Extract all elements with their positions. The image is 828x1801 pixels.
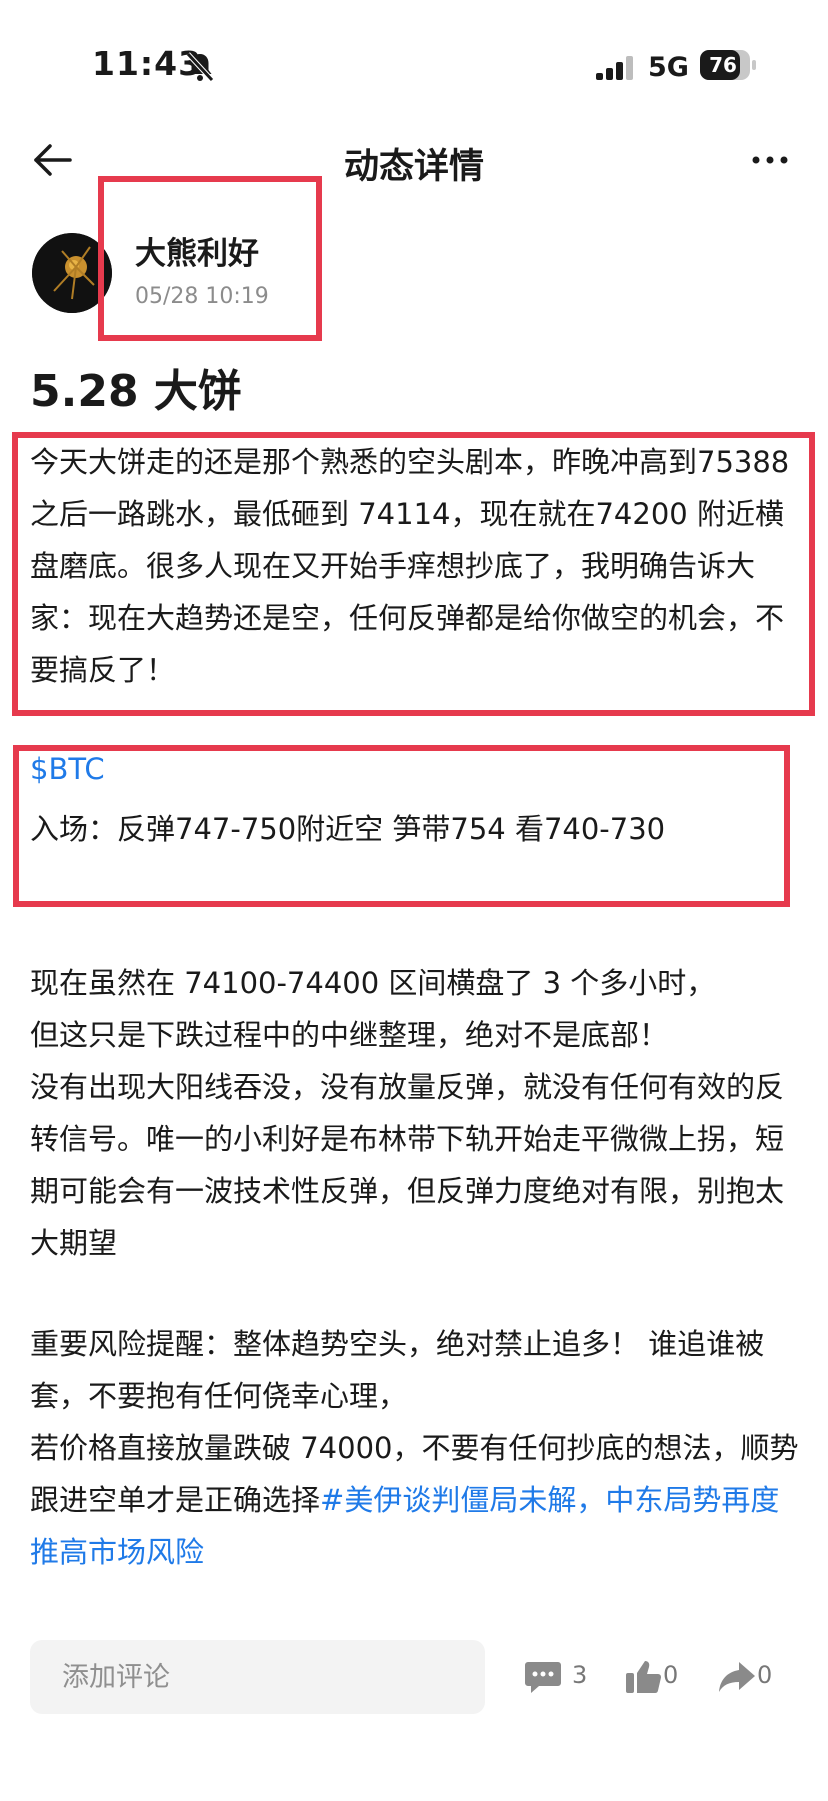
shares-count: 0 (757, 1661, 773, 1689)
highlight-box-entry (13, 745, 790, 907)
bell-muted-icon (186, 52, 214, 82)
battery-icon: 76 (700, 50, 758, 80)
paragraph-line: 若价格直接放量跌破 74000，不要有任何抄底的想法，顺势跟进空单才是正确选择#… (30, 1422, 800, 1578)
paragraph-line: 但这只是下跌过程中的中继整理，绝对不是底部！ (30, 1018, 669, 1052)
signal-icon (596, 56, 633, 80)
post-title: 5.28 大饼 (30, 366, 242, 417)
comment-input[interactable] (30, 1640, 485, 1714)
paragraph-line: 现在虽然在 74100-74400 区间横盘了 3 个多小时， (30, 966, 716, 1000)
battery-level: 76 (709, 53, 737, 77)
paragraph-line: 重要风险提醒：整体趋势空头，绝对禁止追多！ 谁追谁被套，不要抱有任何侥幸心理， (30, 1327, 765, 1413)
post-paragraph-2: 现在虽然在 74100-74400 区间横盘了 3 个多小时， 但这只是下跌过程… (30, 957, 800, 1269)
likes-count: 0 (663, 1661, 679, 1689)
highlight-box-author (98, 176, 322, 341)
post-paragraph-3: 重要风险提醒：整体趋势空头，绝对禁止追多！ 谁追谁被套，不要抱有任何侥幸心理， … (30, 1318, 800, 1578)
comments-count: 3 (572, 1661, 588, 1689)
like-icon[interactable] (624, 1659, 664, 1695)
more-icon[interactable] (748, 140, 792, 180)
highlight-box-paragraph (12, 432, 815, 716)
network-type: 5G (648, 52, 689, 83)
paragraph-line: 没有出现大阳线吞没，没有放量反弹，就没有任何有效的反转信号。唯一的小利好是布林带… (30, 1070, 785, 1260)
comment-icon[interactable] (523, 1659, 563, 1695)
share-icon[interactable] (717, 1659, 757, 1695)
